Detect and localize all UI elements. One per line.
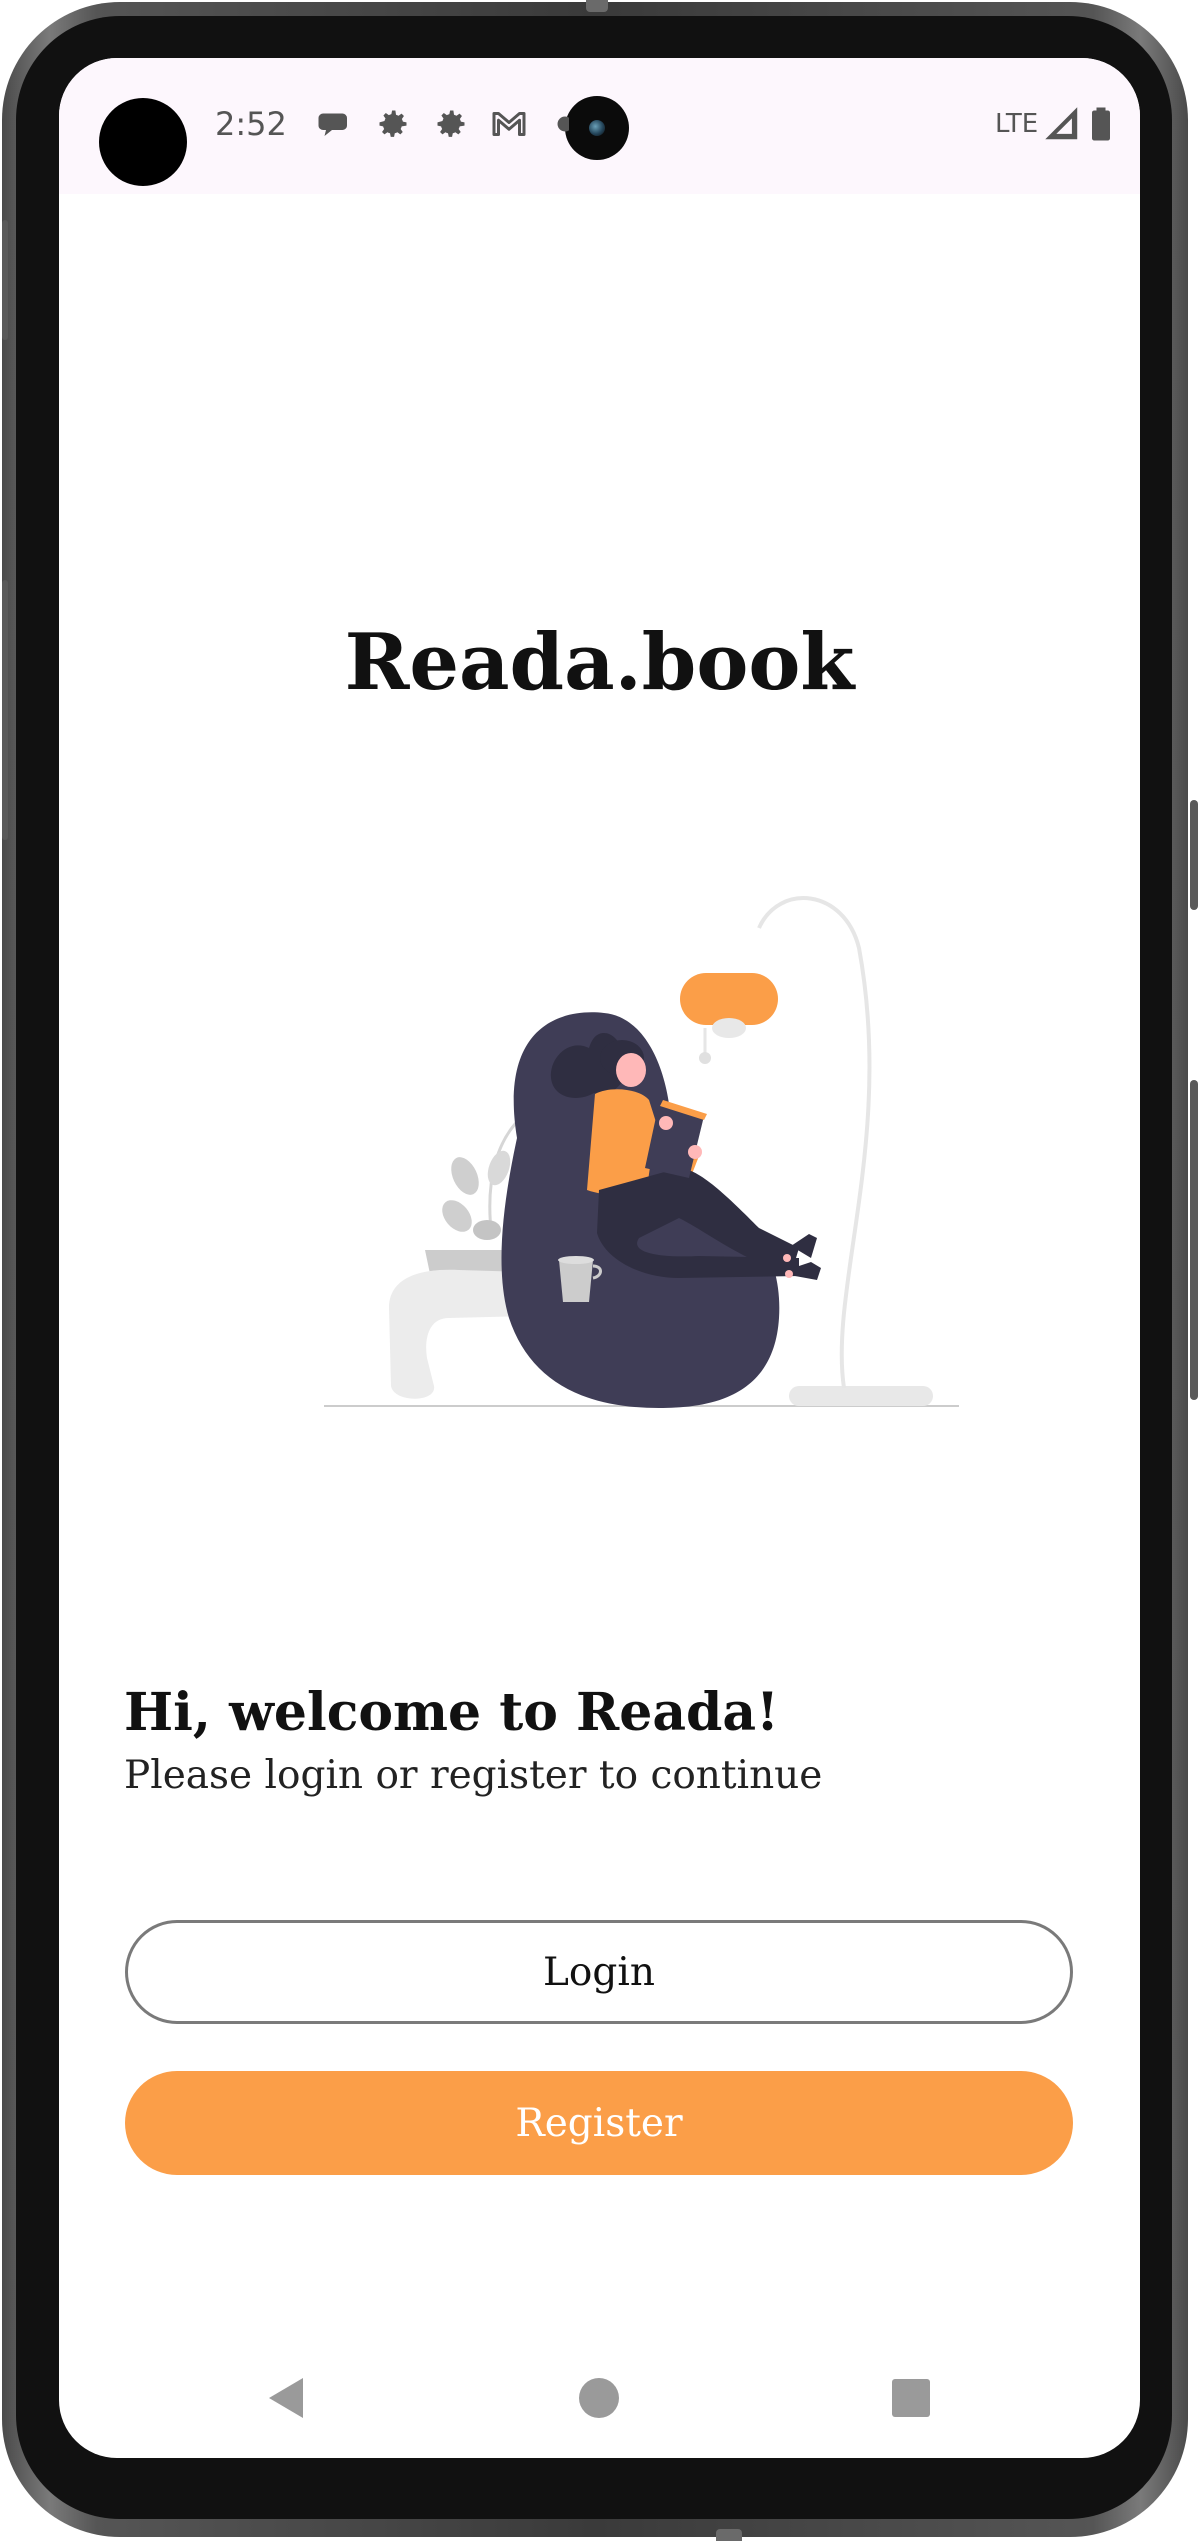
phone-bottom-slot xyxy=(716,2529,742,2541)
phone-top-slot xyxy=(586,0,608,12)
app-title: Reada.book xyxy=(344,617,855,708)
login-button[interactable]: Login xyxy=(125,1920,1073,2024)
volume-button xyxy=(1190,1080,1198,1400)
welcome-subtitle: Please login or register to continue xyxy=(124,1753,823,1798)
register-button[interactable]: Register xyxy=(125,2071,1073,2175)
home-icon xyxy=(579,2378,619,2418)
back-icon xyxy=(269,2378,303,2418)
left-side-button-2 xyxy=(2,580,8,840)
recents-icon xyxy=(892,2379,930,2417)
left-side-button-1 xyxy=(2,220,8,340)
gmail-icon xyxy=(492,112,526,136)
screen-cutout xyxy=(99,98,187,186)
status-bar: 2:52 LTE xyxy=(59,58,1140,194)
status-time: 2:52 xyxy=(215,105,287,143)
back-button[interactable] xyxy=(255,2368,315,2428)
front-camera xyxy=(565,96,629,160)
home-button[interactable] xyxy=(569,2368,629,2428)
reading-illustration xyxy=(324,896,959,1408)
battery-icon xyxy=(1092,107,1110,141)
settings-icon xyxy=(379,110,407,137)
screen: 2:52 LTE Reada.book Hi, welcome to Reada… xyxy=(59,58,1140,2458)
network-type: LTE xyxy=(995,109,1039,139)
recents-button[interactable] xyxy=(881,2368,941,2428)
power-button xyxy=(1190,800,1198,910)
camera-lens xyxy=(589,120,605,136)
navigation-bar xyxy=(59,2338,1140,2458)
settings-icon-2 xyxy=(437,110,465,137)
welcome-title: Hi, welcome to Reada! xyxy=(124,1682,779,1743)
signal-icon xyxy=(1045,107,1078,140)
chat-bubble-icon xyxy=(318,113,347,136)
notification-dot-icon xyxy=(557,116,569,132)
